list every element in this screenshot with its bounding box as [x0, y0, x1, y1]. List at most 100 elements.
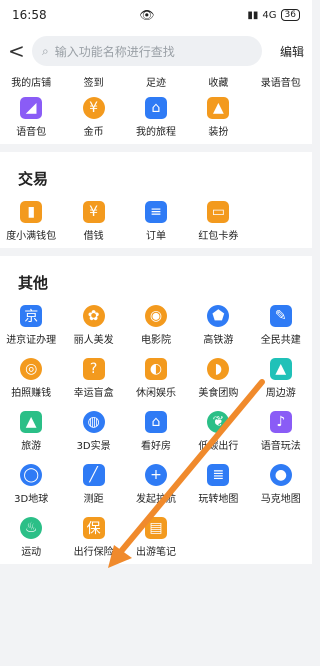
item-label: 马克地图: [260, 494, 301, 505]
pin-icon: ●: [269, 464, 292, 486]
grid-item-train[interactable]: ⬟ 高铁游: [187, 299, 249, 352]
search-input[interactable]: ⌕ 输入功能名称进行查找: [32, 36, 262, 66]
grid-item-my-store[interactable]: 我的店铺: [0, 72, 62, 95]
search-bar: < ⌕ 输入功能名称进行查找 编辑: [0, 30, 312, 72]
grid-item-checkin[interactable]: 签到: [62, 72, 124, 95]
notebook-icon: ▤: [144, 517, 167, 539]
grid-item-borrow[interactable]: ¥ 借钱: [62, 195, 124, 248]
grid-item-3d-scene[interactable]: ◍ 3D实景: [62, 405, 124, 458]
item-label: 运动: [21, 547, 42, 558]
section-gap: [0, 248, 312, 256]
yuan-icon: ¥: [82, 201, 105, 223]
grid-item-favorites[interactable]: 收藏: [187, 72, 249, 95]
edit-button[interactable]: 编辑: [270, 43, 304, 60]
trade-grid: ▮ 度小满钱包 ¥ 借钱 ≡ 订单 ▭ 红包卡券: [0, 195, 312, 248]
item-label: 周边游: [265, 388, 296, 399]
insurance-icon: 保: [82, 517, 105, 539]
item-label: 高铁游: [203, 335, 234, 346]
journey-icon: ⌂: [144, 97, 167, 119]
grid-item-order[interactable]: ≡ 订单: [125, 195, 187, 248]
item-label: 3D地球: [14, 494, 49, 505]
item-label: 借钱: [83, 231, 104, 242]
status-bar: 16:58 👁 ▮▮ 4G 36: [0, 0, 312, 30]
game-icon: ◐: [144, 358, 167, 380]
coupon-icon: ▭: [207, 201, 230, 223]
grid-item-wallet[interactable]: ▮ 度小满钱包: [0, 195, 62, 248]
grid-item-photo-earn[interactable]: ◎ 拍照赚钱: [0, 352, 62, 405]
item-label: 进京证办理: [6, 335, 57, 346]
battery-icon: 36: [280, 9, 300, 21]
blindbox-icon: ?: [82, 358, 105, 380]
grid-item-beauty[interactable]: ✿ 丽人美发: [62, 299, 124, 352]
order-icon: ≡: [144, 201, 167, 223]
dressup-icon: ▲: [207, 97, 230, 119]
grid-item-house[interactable]: ⌂ 看好房: [125, 405, 187, 458]
grid-item-food[interactable]: ◗ 美食团购: [187, 352, 249, 405]
grid-item-nearby-tour[interactable]: ▲ 周边游: [250, 352, 312, 405]
edit-icon: ✎: [269, 305, 292, 327]
grid-item-cinema[interactable]: ◉ 电影院: [125, 299, 187, 352]
camera-money-icon: ◎: [20, 358, 43, 380]
item-label: 出行保险: [73, 547, 114, 558]
item-label: 出游笔记: [135, 547, 176, 558]
grid-item-insurance[interactable]: 保出行保险: [62, 511, 124, 564]
flame-icon: ♨: [20, 517, 43, 539]
grid-item-escort[interactable]: + 发起护航: [125, 458, 187, 511]
grid-item-3d-globe[interactable]: ◯ 3D地球: [0, 458, 62, 511]
item-label: 装扮: [208, 127, 229, 138]
other-grid: 京进京证办理 ✿ 丽人美发 ◉ 电影院 ⬟ 高铁游 ✎ 全民共建 ◎ 拍照赚钱 ? 幸运盲盒…: [0, 299, 312, 564]
item-label: 幸运盲盒: [73, 388, 114, 399]
other-section: 其他 京进京证办理 ✿ 丽人美发 ◉ 电影院 ⬟ 高铁游 ✎ 全民共建 ◎ 拍照赚钱 ? 幸…: [0, 256, 312, 564]
item-label: 语音包: [16, 127, 47, 138]
grid-item-journey[interactable]: ⌂ 我的旅程: [125, 95, 187, 144]
ruler-icon: ╱: [82, 464, 105, 486]
search-placeholder: 输入功能名称进行查找: [54, 44, 175, 59]
mountain-icon: ▲: [20, 411, 43, 433]
item-label: 录语音包: [260, 78, 301, 89]
item-label: 金币: [83, 127, 104, 138]
item-label: 发起护航: [135, 494, 176, 505]
voice-pack-icon: ◢: [20, 97, 43, 119]
item-label: 3D实景: [76, 441, 111, 452]
item-label: 全民共建: [260, 335, 301, 346]
food-icon: ◗: [207, 358, 230, 380]
grid-item-co-build[interactable]: ✎ 全民共建: [250, 299, 312, 352]
item-label: 收藏: [208, 78, 229, 89]
grid-item-leisure[interactable]: ◐ 休闲娱乐: [125, 352, 187, 405]
grid-item-low-carbon[interactable]: ❦ 低碳出行: [187, 405, 249, 458]
wallet-icon: ▮: [20, 201, 43, 223]
3d-scene-icon: ◍: [82, 411, 105, 433]
grid-item-travel[interactable]: ▲ 旅游: [0, 405, 62, 458]
item-label: 足迹: [145, 78, 166, 89]
search-icon: ⌕: [42, 43, 49, 58]
back-icon[interactable]: <: [8, 39, 25, 63]
grid-item-blindbox[interactable]: ? 幸运盲盒: [62, 352, 124, 405]
jing-icon: 京: [20, 305, 43, 327]
section-gap: [0, 144, 312, 152]
network-label: 4G: [262, 9, 277, 21]
grid-item-record-voice[interactable]: 录语音包: [250, 72, 312, 95]
grid-item-voice-pack[interactable]: ◢ 语音包: [0, 95, 62, 144]
grid-item-coupon[interactable]: ▭ 红包卡券: [187, 195, 249, 248]
item-label: 玩转地图: [198, 494, 239, 505]
eye-icon: 👁: [139, 8, 155, 22]
grid-item-sport[interactable]: ♨ 运动: [0, 511, 62, 564]
grid-item-measure[interactable]: ╱ 测距: [62, 458, 124, 511]
grid-item-jing-permit[interactable]: 京进京证办理: [0, 299, 62, 352]
item-label: 红包卡券: [198, 231, 239, 242]
grid-item-coin[interactable]: ¥ 金币: [62, 95, 124, 144]
top-section: 我的店铺 签到 足迹 收藏 录语音包 ◢ 语音包 ¥ 金币 ⌂ 我的旅程 ▲ 装扮: [0, 72, 312, 144]
grid-item-mark-map[interactable]: ● 马克地图: [250, 458, 312, 511]
grid-item-voice-play[interactable]: ♪ 语音玩法: [250, 405, 312, 458]
item-label: 度小满钱包: [6, 231, 57, 242]
grid-item-map-guide[interactable]: ≣ 玩转地图: [187, 458, 249, 511]
grid-item-travel-notes[interactable]: ▤ 出游笔记: [125, 511, 187, 564]
item-label: 拍照赚钱: [11, 388, 52, 399]
escort-icon: +: [144, 464, 167, 486]
grid-item-dressup[interactable]: ▲ 装扮: [187, 95, 249, 144]
top-row-icons: ◢ 语音包 ¥ 金币 ⌂ 我的旅程 ▲ 装扮: [0, 95, 312, 144]
item-label: 休闲娱乐: [135, 388, 176, 399]
status-time: 16:58: [12, 8, 47, 22]
top-row-labels: 我的店铺 签到 足迹 收藏 录语音包: [0, 72, 312, 95]
grid-item-footprint[interactable]: 足迹: [125, 72, 187, 95]
